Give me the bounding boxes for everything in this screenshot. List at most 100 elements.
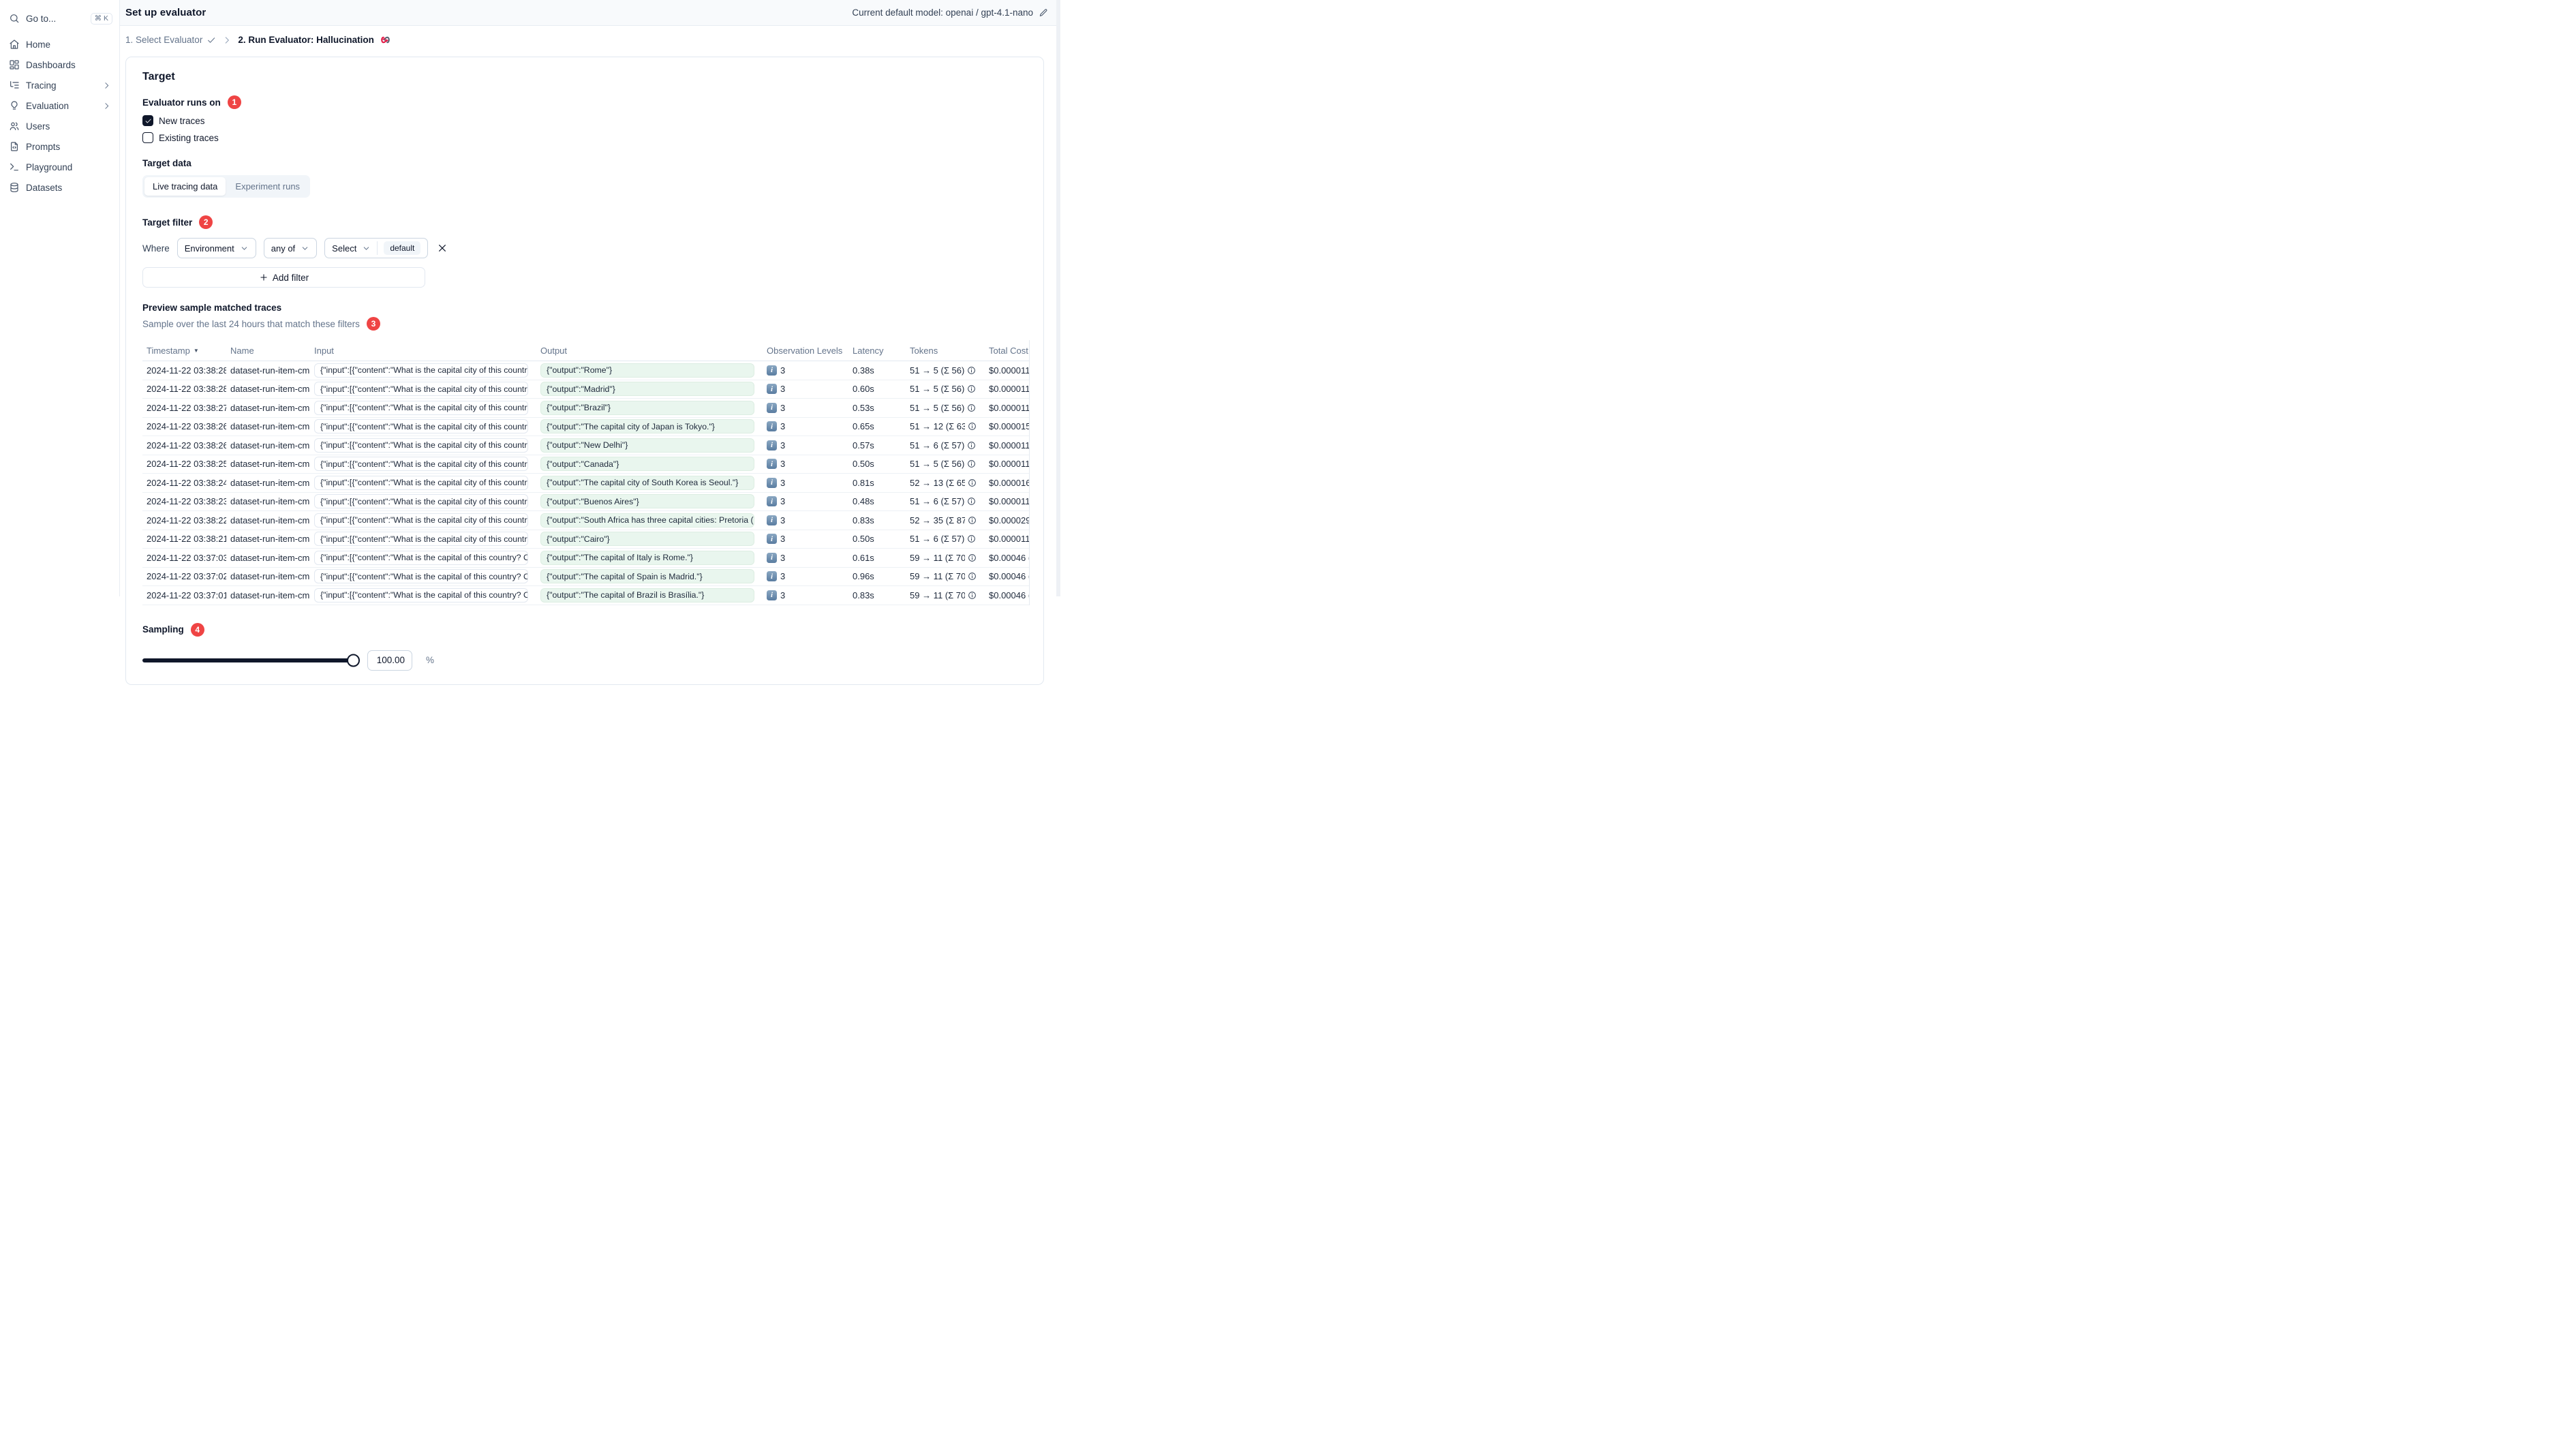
- total-cost-cell: $0.00046 (: [989, 552, 1032, 563]
- input-cell[interactable]: {"input":[{"content":"What is the capita…: [314, 532, 528, 547]
- col-total-cost[interactable]: Total Cost: [985, 346, 1035, 356]
- output-cell[interactable]: {"output":"The capital of Brazil is Bras…: [540, 588, 754, 603]
- col-output[interactable]: Output: [536, 346, 763, 356]
- sampling-slider[interactable]: [142, 654, 360, 667]
- value-select-label: Select: [332, 243, 357, 254]
- checkbox-checked-icon[interactable]: [142, 115, 153, 126]
- name-cell: dataset-run-item-cm3s4: [230, 440, 310, 451]
- input-cell[interactable]: {"input":[{"content":"What is the capita…: [314, 438, 528, 453]
- checkbox-new-traces[interactable]: New traces: [142, 115, 1027, 126]
- pencil-icon[interactable]: [1039, 8, 1048, 18]
- sidebar-item-evaluation[interactable]: Evaluation: [0, 95, 119, 116]
- output-cell[interactable]: {"output":"The capital of Spain is Madri…: [540, 569, 754, 584]
- input-cell[interactable]: {"input":[{"content":"What is the capita…: [314, 400, 528, 415]
- info-icon[interactable]: [967, 459, 976, 468]
- input-cell[interactable]: {"input":[{"content":"What is the capita…: [314, 569, 528, 584]
- step-badge-4: 4: [190, 622, 204, 637]
- table-row[interactable]: 2024-11-22 03:38:26 dataset-run-item-cm3…: [142, 418, 1035, 436]
- filter-column-select[interactable]: Environment: [177, 238, 256, 258]
- input-cell[interactable]: {"input":[{"content":"What is the capita…: [314, 457, 528, 472]
- step-select-evaluator[interactable]: 1. Select Evaluator: [125, 35, 216, 45]
- sidebar-item-playground[interactable]: Playground: [0, 157, 119, 177]
- add-filter-button[interactable]: Add filter: [142, 267, 425, 288]
- tab-experiment-runs[interactable]: Experiment runs: [227, 177, 308, 196]
- input-cell[interactable]: {"input":[{"content":"What is the capita…: [314, 419, 528, 434]
- default-model-info: Current default model: openai / gpt-4.1-…: [852, 7, 1048, 18]
- input-cell[interactable]: {"input":[{"content":"What is the capita…: [314, 494, 528, 509]
- plus-icon: [259, 273, 269, 282]
- remove-filter-button[interactable]: [437, 243, 448, 254]
- output-cell[interactable]: {"output":"The capital of Italy is Rome.…: [540, 550, 754, 565]
- table-row[interactable]: 2024-11-22 03:38:23 dataset-run-item-cm3…: [142, 493, 1035, 511]
- info-icon[interactable]: [967, 534, 976, 543]
- output-cell[interactable]: {"output":"The capital city of Japan is …: [540, 419, 754, 434]
- sidebar-item-users[interactable]: Users: [0, 116, 119, 136]
- output-cell[interactable]: {"output":"South Africa has three capita…: [540, 513, 754, 528]
- table-row[interactable]: 2024-11-22 03:37:02 dataset-run-item-cm3…: [142, 568, 1035, 586]
- info-icon[interactable]: [968, 591, 977, 600]
- output-cell[interactable]: {"output":"New Delhi"}: [540, 438, 754, 453]
- input-cell[interactable]: {"input":[{"content":"What is the capita…: [314, 475, 528, 490]
- sidebar-item-datasets[interactable]: Datasets: [0, 177, 119, 198]
- checkbox-existing-traces[interactable]: Existing traces: [142, 132, 1027, 143]
- sidebar-item-home[interactable]: Home: [0, 34, 119, 55]
- col-timestamp[interactable]: Timestamp ▼: [142, 346, 226, 356]
- sidebar-item-dashboards[interactable]: Dashboards: [0, 55, 119, 75]
- info-icon[interactable]: [968, 553, 977, 562]
- input-cell[interactable]: {"input":[{"content":"What is the capita…: [314, 588, 528, 603]
- input-cell[interactable]: {"input":[{"content":"What is the capita…: [314, 513, 528, 528]
- info-icon[interactable]: [967, 497, 976, 506]
- output-cell[interactable]: {"output":"Brazil"}: [540, 400, 754, 415]
- sampling-percent-input[interactable]: [367, 650, 412, 671]
- table-row[interactable]: 2024-11-22 03:38:28 dataset-run-item-cm3…: [142, 361, 1035, 380]
- info-icon[interactable]: [968, 572, 977, 581]
- output-cell[interactable]: {"output":"Buenos Aires"}: [540, 494, 754, 509]
- table-scrollbar[interactable]: [1029, 340, 1035, 605]
- table-row[interactable]: 2024-11-22 03:38:28 dataset-run-item-cm3…: [142, 380, 1035, 399]
- sidebar-item-tracing[interactable]: Tracing: [0, 75, 119, 95]
- output-cell[interactable]: {"output":"The capital city of South Kor…: [540, 475, 754, 490]
- info-icon[interactable]: [967, 384, 976, 393]
- selected-value-chip: default: [384, 241, 421, 255]
- info-icon[interactable]: [968, 516, 977, 525]
- checkbox-unchecked[interactable]: [142, 132, 153, 143]
- col-latency[interactable]: Latency: [848, 346, 906, 356]
- tokens-cell: 52 → 35 (Σ 87): [906, 515, 985, 525]
- table-row[interactable]: 2024-11-22 03:38:24 dataset-run-item-cm3…: [142, 474, 1035, 493]
- table-row[interactable]: 2024-11-22 03:38:25 dataset-run-item-cm3…: [142, 455, 1035, 474]
- datasets-icon: [9, 182, 20, 193]
- table-row[interactable]: 2024-11-22 03:37:03 dataset-run-item-cm3…: [142, 549, 1035, 568]
- filter-value-select[interactable]: Select default: [324, 238, 429, 258]
- table-row[interactable]: 2024-11-22 03:38:27 dataset-run-item-cm3…: [142, 399, 1035, 418]
- input-cell[interactable]: {"input":[{"content":"What is the capita…: [314, 550, 528, 565]
- info-icon[interactable]: [968, 422, 977, 431]
- info-icon[interactable]: [968, 478, 977, 487]
- table-row[interactable]: 2024-11-22 03:38:22 dataset-run-item-cm3…: [142, 511, 1035, 530]
- goto-search[interactable]: Go to... ⌘ K: [0, 8, 119, 29]
- input-cell[interactable]: {"input":[{"content":"What is the capita…: [314, 382, 528, 397]
- sidebar-item-prompts[interactable]: Prompts: [0, 136, 119, 157]
- slider-thumb[interactable]: [347, 654, 360, 667]
- col-observation-levels[interactable]: Observation Levels: [763, 346, 848, 356]
- input-cell[interactable]: {"input":[{"content":"What is the capita…: [314, 363, 528, 378]
- info-icon[interactable]: [967, 441, 976, 450]
- col-name[interactable]: Name: [226, 346, 310, 356]
- observation-levels-cell: i 3: [763, 477, 848, 488]
- filter-operator-select[interactable]: any of: [263, 238, 318, 258]
- info-icon[interactable]: [967, 403, 976, 412]
- name-cell: dataset-run-item-cm3s4: [230, 515, 310, 525]
- page-scrollbar[interactable]: [1056, 0, 1060, 596]
- tab-live-tracing-data[interactable]: Live tracing data: [144, 177, 226, 196]
- table-row[interactable]: 2024-11-22 03:38:21 dataset-run-item-cm3…: [142, 530, 1035, 549]
- output-cell[interactable]: {"output":"Canada"}: [540, 457, 754, 472]
- name-cell: dataset-run-item-cm3s4: [230, 590, 310, 600]
- col-input[interactable]: Input: [310, 346, 536, 356]
- info-icon[interactable]: [967, 366, 976, 375]
- tokens-cell: 51 → 5 (Σ 56): [906, 384, 985, 394]
- output-cell[interactable]: {"output":"Rome"}: [540, 363, 754, 378]
- table-row[interactable]: 2024-11-22 03:37:01 dataset-run-item-cm3…: [142, 586, 1035, 605]
- output-cell[interactable]: {"output":"Madrid"}: [540, 382, 754, 397]
- table-row[interactable]: 2024-11-22 03:38:26 dataset-run-item-cm3…: [142, 436, 1035, 455]
- col-tokens[interactable]: Tokens: [906, 346, 985, 356]
- output-cell[interactable]: {"output":"Cairo"}: [540, 532, 754, 547]
